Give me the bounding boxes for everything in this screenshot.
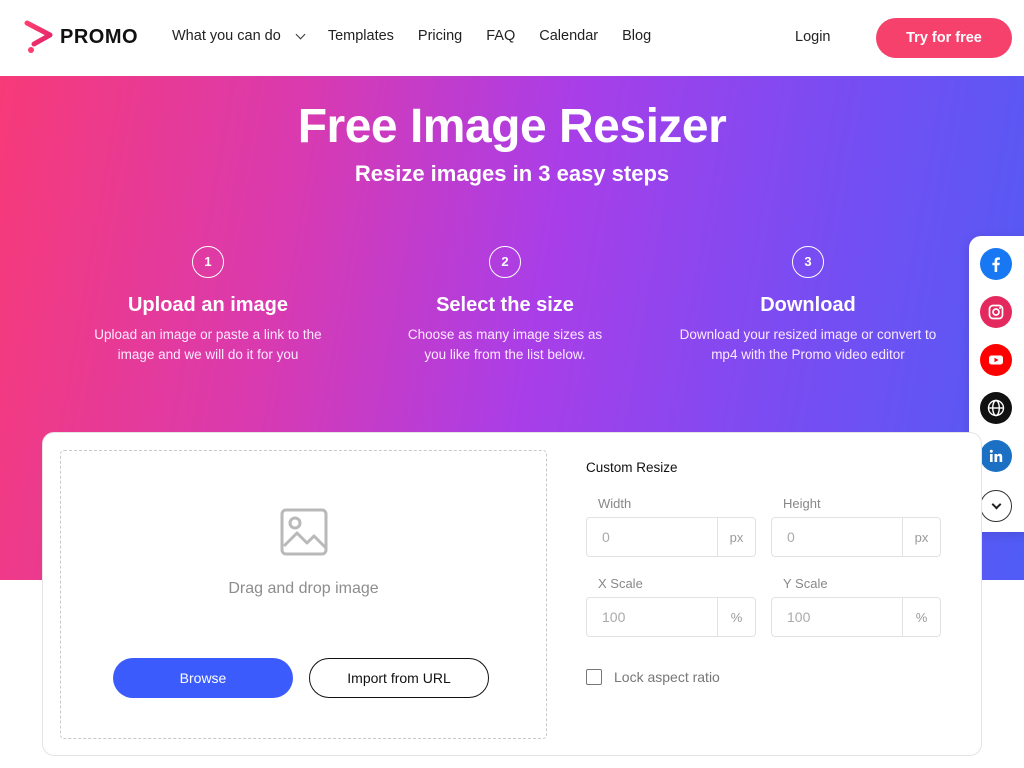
- nav-label: What you can do: [172, 28, 281, 44]
- step-download: 3 Download Download your resized image o…: [658, 246, 958, 365]
- width-label: Width: [598, 496, 632, 511]
- x-scale-unit: %: [717, 598, 755, 636]
- browse-button[interactable]: Browse: [113, 658, 293, 698]
- promo-logo-icon: [24, 20, 53, 53]
- linkedin-icon[interactable]: [980, 440, 1012, 472]
- step-title: Select the size: [436, 294, 574, 316]
- height-input[interactable]: [772, 518, 902, 556]
- nav-label: Calendar: [539, 28, 599, 44]
- step-description: Choose as many image sizes as you like f…: [407, 327, 603, 362]
- nav-faq[interactable]: FAQ: [486, 28, 515, 44]
- globe-icon[interactable]: [980, 392, 1012, 424]
- step-number: 3: [792, 246, 824, 278]
- step-number: 1: [192, 246, 224, 278]
- step-description: Upload an image or paste a link to the i…: [94, 327, 322, 362]
- expand-social-button[interactable]: [980, 490, 1012, 522]
- main-nav: What you can do Templates Pricing FAQ Ca…: [172, 28, 675, 44]
- nav-label: Pricing: [417, 28, 463, 44]
- brand-name: PROMO: [60, 25, 139, 48]
- chevron-down-icon: [295, 29, 306, 39]
- x-scale-field: %: [586, 597, 756, 637]
- height-unit: px: [902, 518, 940, 556]
- youtube-icon[interactable]: [980, 344, 1012, 376]
- nav-templates[interactable]: Templates: [328, 28, 394, 44]
- top-header: PROMO What you can do Templates Pricing …: [0, 0, 1024, 76]
- nav-label: FAQ: [486, 28, 516, 44]
- width-field: px: [586, 517, 756, 557]
- step-description: Download your resized image or convert t…: [679, 327, 937, 362]
- promo-logo[interactable]: PROMO: [24, 20, 138, 54]
- nav-label: Blog: [622, 28, 652, 44]
- nav-what-you-can-do[interactable]: What you can do: [172, 28, 306, 44]
- width-unit: px: [717, 518, 755, 556]
- try-for-free-button[interactable]: Try for free: [876, 18, 1012, 58]
- drop-instruction: Drag and drop image: [228, 580, 379, 597]
- lock-aspect-ratio-toggle[interactable]: Lock aspect ratio: [586, 669, 720, 685]
- y-scale-unit: %: [902, 598, 940, 636]
- import-from-url-button[interactable]: Import from URL: [309, 658, 489, 698]
- step-title: Download: [760, 294, 856, 316]
- lock-aspect-ratio-label: Lock aspect ratio: [614, 669, 720, 685]
- page-title: Free Image Resizer: [297, 100, 727, 153]
- step-select-size: 2 Select the size Choose as many image s…: [355, 246, 655, 365]
- nav-label: Templates: [327, 28, 394, 44]
- image-dropzone[interactable]: Drag and drop image Browse Import from U…: [60, 450, 547, 739]
- login-link[interactable]: Login: [795, 29, 830, 45]
- nav-pricing[interactable]: Pricing: [418, 28, 462, 44]
- facebook-icon[interactable]: [980, 248, 1012, 280]
- page-subtitle: Resize images in 3 easy steps: [354, 161, 670, 186]
- step-number: 2: [489, 246, 521, 278]
- image-placeholder-icon: [280, 508, 328, 556]
- nav-blog[interactable]: Blog: [622, 28, 651, 44]
- x-scale-input[interactable]: [587, 598, 717, 636]
- page: PROMO What you can do Templates Pricing …: [0, 0, 1024, 768]
- height-label: Height: [783, 496, 821, 511]
- nav-calendar[interactable]: Calendar: [539, 28, 598, 44]
- width-input[interactable]: [587, 518, 717, 556]
- step-title: Upload an image: [127, 294, 289, 316]
- height-field: px: [771, 517, 941, 557]
- step-upload: 1 Upload an image Upload an image or pas…: [58, 246, 358, 365]
- y-scale-input[interactable]: [772, 598, 902, 636]
- resizer-card: Drag and drop image Browse Import from U…: [42, 432, 982, 756]
- x-scale-label: X Scale: [598, 576, 643, 591]
- lock-aspect-ratio-checkbox[interactable]: [586, 669, 602, 685]
- chevron-down-icon: [991, 499, 1001, 509]
- y-scale-field: %: [771, 597, 941, 637]
- instagram-icon[interactable]: [980, 296, 1012, 328]
- y-scale-label: Y Scale: [783, 576, 828, 591]
- custom-resize-title: Custom Resize: [586, 460, 678, 475]
